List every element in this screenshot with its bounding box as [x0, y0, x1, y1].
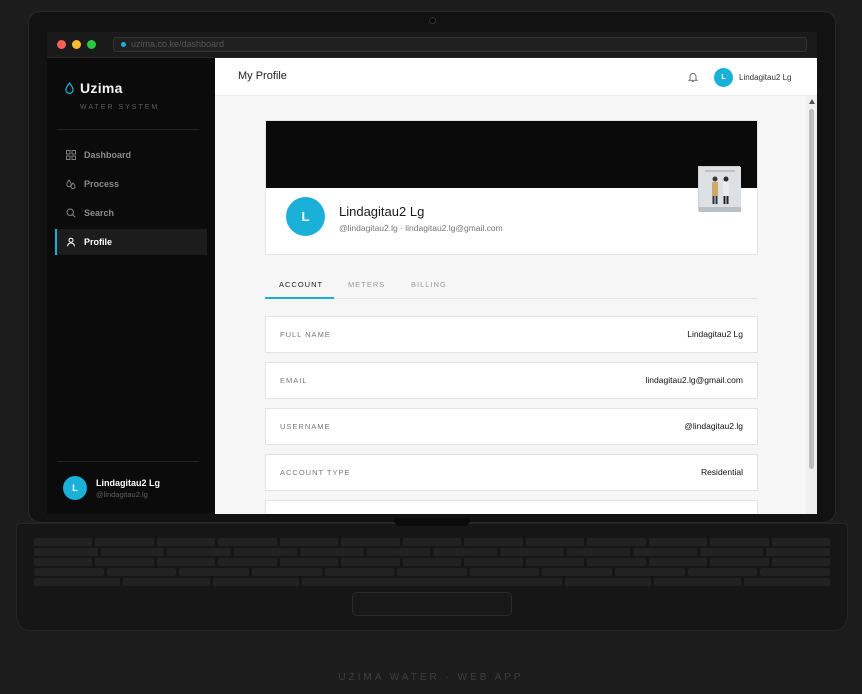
sidebar-item-label: Search	[84, 208, 115, 218]
field-label: FULL NAME	[280, 330, 331, 339]
keyboard-row	[34, 578, 830, 586]
tab-meters[interactable]: METERS	[348, 280, 385, 299]
sidebar-item-label: Profile	[84, 237, 113, 247]
cover-photo-thumbnail[interactable]	[698, 166, 741, 212]
close-window-button[interactable]	[57, 40, 66, 49]
tab-account[interactable]: ACCOUNT	[265, 280, 334, 299]
field-label: EMAIL	[280, 376, 308, 385]
keyboard-row	[34, 538, 831, 546]
browser-window: uzima.co.ke/dashboard Uzima WATER SYSTEM…	[47, 32, 817, 514]
grid-icon	[66, 150, 76, 160]
sidebar: Uzima WATER SYSTEM Dashboard Process Sea…	[47, 58, 215, 514]
scroll-up-arrow-icon[interactable]	[809, 99, 815, 104]
address-bar[interactable]: uzima.co.ke/dashboard	[113, 37, 807, 52]
user-icon	[67, 237, 75, 247]
field-email: EMAIL lindagitau2.lg@gmail.com	[265, 362, 758, 399]
tab-billing[interactable]: BILLING	[411, 280, 447, 299]
sidebar-divider	[57, 461, 199, 462]
field-value: Residential	[700, 467, 743, 477]
bell-icon[interactable]	[688, 72, 698, 82]
sidebar-user-handle: @lindagitau2.lg	[96, 489, 148, 499]
field-value: @lindagitau2.lg	[684, 421, 743, 431]
trackpad	[352, 592, 512, 616]
search-icon	[66, 208, 76, 218]
main-content: My Profile L Lindagitau2 Lg L Lindagitau…	[215, 58, 817, 514]
footer-caption: UZIMA WATER · WEB APP	[338, 672, 524, 683]
page-title: My Profile	[238, 70, 287, 82]
people-illustration-icon	[699, 167, 741, 212]
field-label: ACCOUNT TYPE	[280, 468, 351, 477]
profile-handle-email: @lindagitau2.lg · lindagitau2.lg@gmail.c…	[339, 223, 503, 233]
keyboard-row	[34, 558, 831, 566]
profile-tabs: ACCOUNT METERS BILLING	[265, 272, 757, 299]
scrollbar-thumb[interactable]	[809, 109, 814, 469]
keyboard-row	[34, 548, 830, 556]
sidebar-user-name: Lindagitau2 Lg	[96, 477, 160, 488]
maximize-window-button[interactable]	[87, 40, 96, 49]
field-partial	[265, 500, 758, 514]
avatar: L	[63, 476, 87, 500]
sidebar-item-profile[interactable]: Profile	[55, 229, 207, 255]
water-drop-icon	[65, 82, 74, 94]
webcam	[429, 17, 436, 24]
sidebar-item-search[interactable]: Search	[55, 200, 207, 226]
sidebar-divider	[57, 129, 199, 130]
brand-name: Uzima	[80, 80, 123, 96]
topbar-user-name: Lindagitau2 Lg	[739, 73, 792, 82]
brand-logo[interactable]: Uzima	[65, 80, 123, 96]
sidebar-item-dashboard[interactable]: Dashboard	[55, 142, 207, 168]
profile-card: L Lindagitau2 Lg @lindagitau2.lg · linda…	[265, 120, 758, 255]
secure-indicator-icon	[121, 42, 126, 47]
field-full-name: FULL NAME Lindagitau2 Lg	[265, 316, 758, 353]
sidebar-item-label: Process	[84, 179, 120, 189]
field-username: USERNAME @lindagitau2.lg	[265, 408, 758, 445]
top-bar: My Profile L Lindagitau2 Lg	[215, 58, 817, 96]
profile-cover	[266, 121, 757, 188]
profile-name: Lindagitau2 Lg	[339, 204, 425, 219]
scrollbar[interactable]	[806, 96, 817, 514]
field-value: Lindagitau2 Lg	[687, 329, 743, 339]
minimize-window-button[interactable]	[72, 40, 81, 49]
field-label: USERNAME	[280, 422, 331, 431]
avatar: L	[714, 68, 733, 87]
sidebar-user[interactable]: L Lindagitau2 Lg @lindagitau2.lg	[63, 476, 160, 500]
url-text: uzima.co.ke/dashboard	[131, 39, 225, 49]
profile-avatar: L	[286, 197, 325, 236]
laptop-hinge	[394, 518, 470, 526]
field-value: lindagitau2.lg@gmail.com	[645, 375, 743, 385]
brand-subtitle: WATER SYSTEM	[80, 104, 160, 111]
browser-toolbar: uzima.co.ke/dashboard	[47, 32, 817, 58]
keyboard-row	[34, 568, 831, 576]
sidebar-item-process[interactable]: Process	[55, 171, 207, 197]
drops-icon	[66, 179, 76, 189]
field-account-type: ACCOUNT TYPE Residential	[265, 454, 758, 491]
topbar-user-menu[interactable]: L Lindagitau2 Lg	[714, 68, 792, 87]
sidebar-item-label: Dashboard	[84, 150, 132, 160]
